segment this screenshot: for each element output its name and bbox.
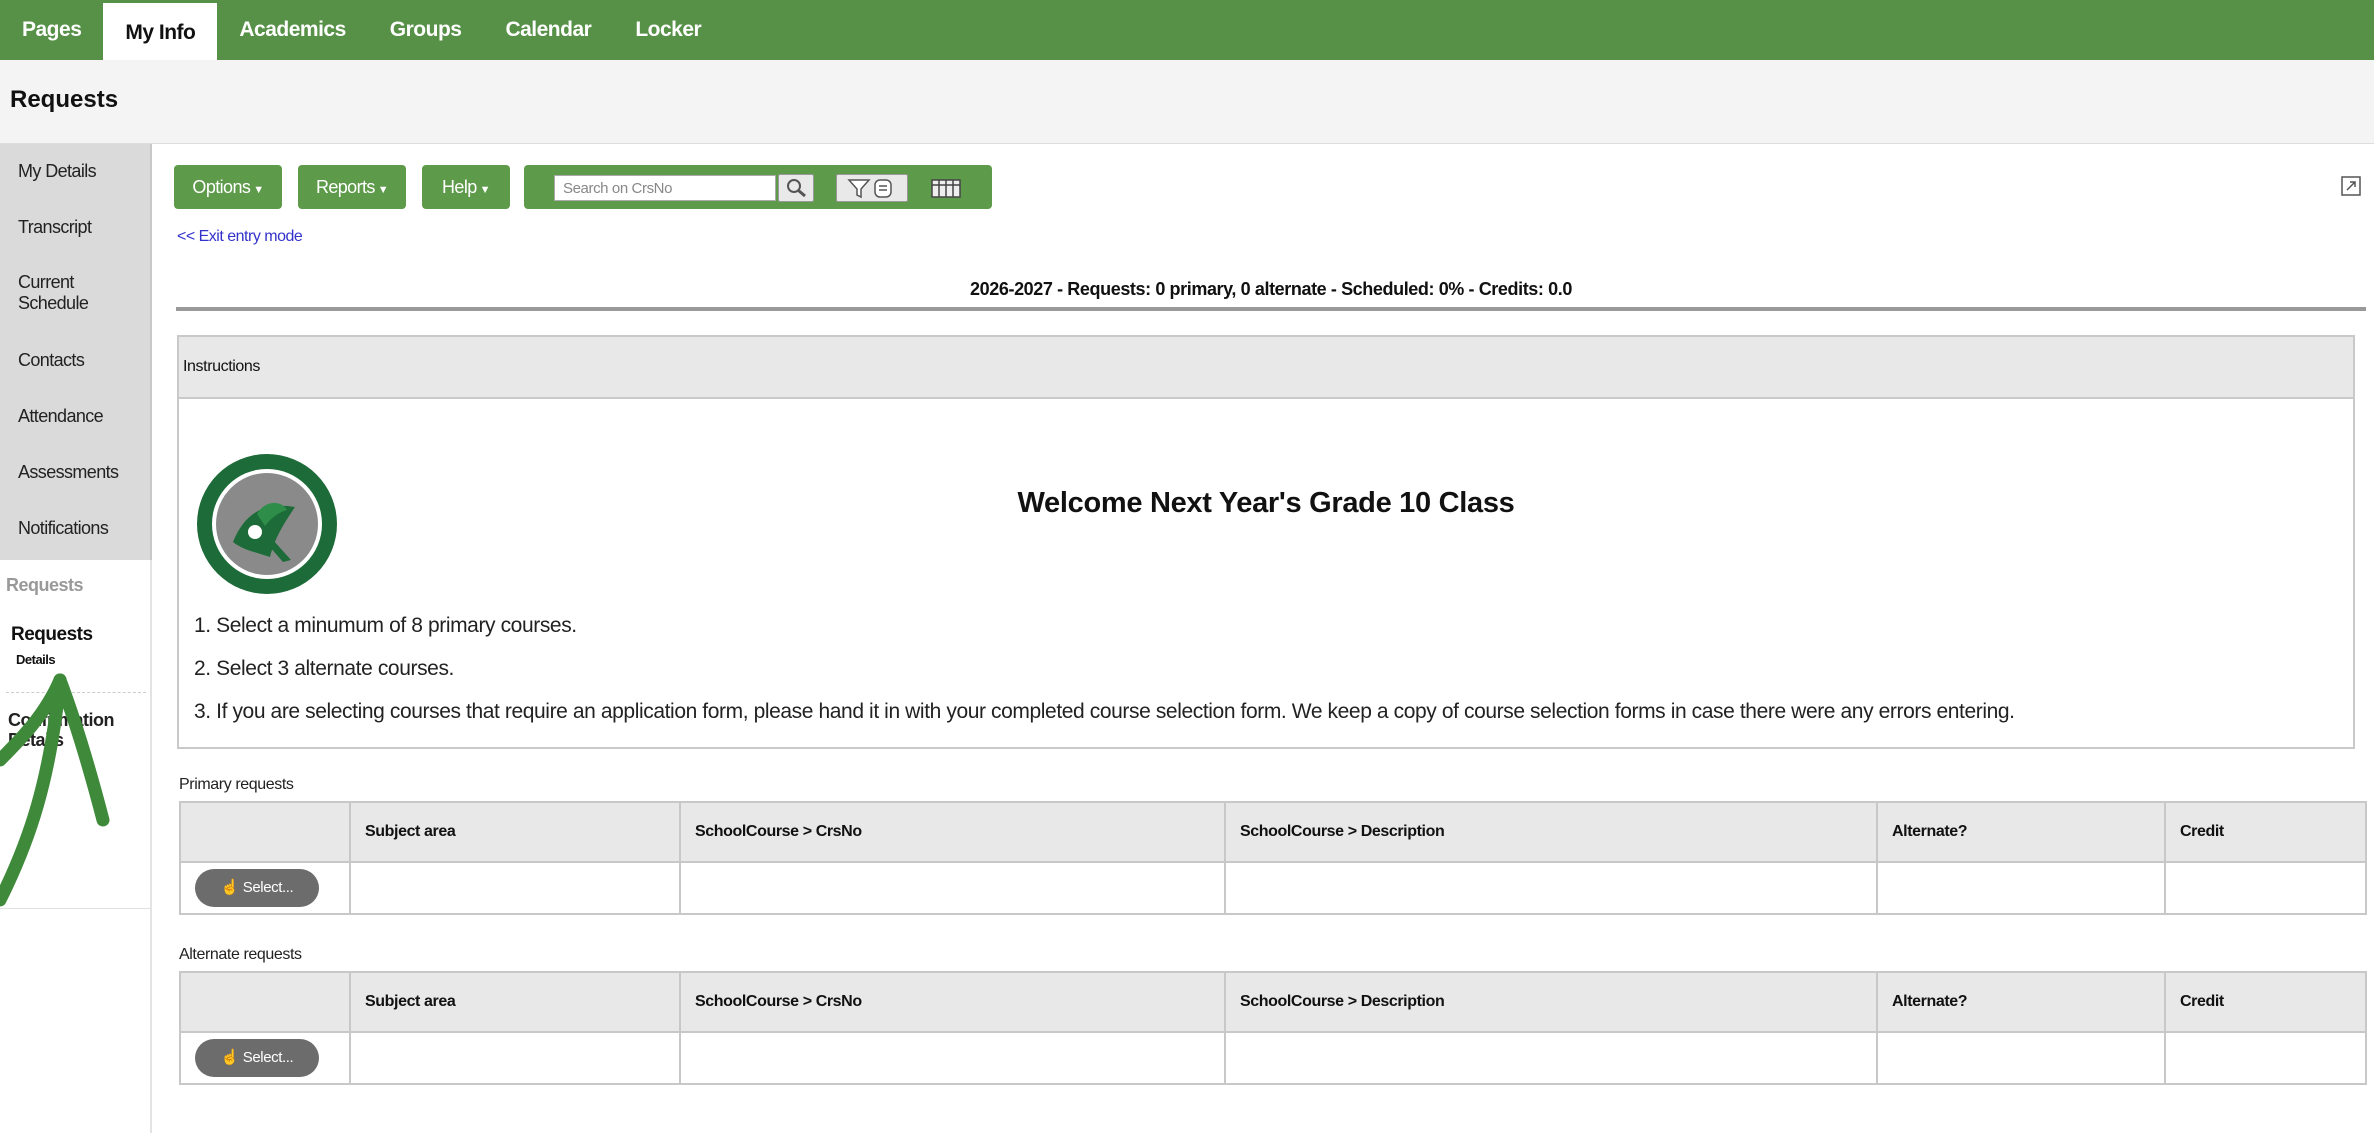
column-header-description[interactable]: SchoolCourse > Description <box>1224 801 1878 863</box>
column-header-crsno[interactable]: SchoolCourse > CrsNo <box>679 801 1226 863</box>
table-row: ☝ Select... <box>179 861 2367 915</box>
table-header-row: Subject area SchoolCourse > CrsNo School… <box>179 971 2367 1033</box>
column-header-subject-area[interactable]: Subject area <box>349 971 681 1033</box>
search-button[interactable] <box>778 174 814 202</box>
filter-icon <box>847 179 892 199</box>
table-cell <box>2164 861 2367 915</box>
tab-pages[interactable]: Pages <box>0 0 103 60</box>
caret-down-icon: ▼ <box>253 184 264 196</box>
annotation-arrow-icon <box>0 673 110 907</box>
primary-requests-table: Subject area SchoolCourse > CrsNo School… <box>179 801 2367 915</box>
alternate-select-button[interactable]: ☝ Select... <box>195 1039 319 1077</box>
instruction-step-3: 3. If you are selecting courses that req… <box>194 700 2015 723</box>
instructions-panel: Instructions Welcome Next Year's Grade 1… <box>177 335 2355 749</box>
filter-button[interactable] <box>836 174 908 202</box>
welcome-heading: Welcome Next Year's Grade 10 Class <box>1017 487 1515 519</box>
summary-divider <box>176 307 2366 311</box>
alternate-requests-label: Alternate requests <box>179 946 302 963</box>
table-cell: ☝ Select... <box>179 861 351 915</box>
column-header <box>179 801 351 863</box>
primary-requests-label: Primary requests <box>179 776 294 793</box>
requests-summary: 2026-2027 - Requests: 0 primary, 0 alter… <box>970 279 1572 299</box>
instruction-step-1: 1. Select a minumum of 8 primary courses… <box>194 614 577 637</box>
help-label: Help <box>442 177 477 197</box>
sidebar-section-label: Requests <box>6 575 84 595</box>
options-label: Options <box>192 177 251 197</box>
sidebar-item-requests[interactable]: Requests <box>11 624 93 646</box>
column-header-subject-area[interactable]: Subject area <box>349 801 681 863</box>
instruction-step-2: 2. Select 3 alternate courses. <box>194 657 454 680</box>
caret-down-icon: ▼ <box>377 184 389 196</box>
primary-select-button[interactable]: ☝ Select... <box>195 869 319 907</box>
table-cell <box>349 1031 681 1085</box>
column-header <box>179 971 351 1033</box>
reports-label: Reports <box>315 177 375 197</box>
table-cell <box>679 861 1226 915</box>
table-cell <box>349 861 681 915</box>
reports-button[interactable]: Reports ▼ <box>298 165 406 209</box>
hand-pointer-icon: ☝ <box>220 1049 240 1066</box>
sidebar-item-transcript[interactable]: Transcript <box>18 217 92 238</box>
table-cell <box>1224 861 1878 915</box>
tab-calendar[interactable]: Calendar <box>483 0 613 60</box>
tab-my-info[interactable]: My Info <box>103 0 218 60</box>
sidebar-item-attendance[interactable]: Attendance <box>18 406 104 427</box>
columns-button[interactable] <box>928 174 964 202</box>
page-title: Requests <box>10 86 119 113</box>
sidebar-item-notifications[interactable]: Notifications <box>18 518 109 539</box>
sidebar-item-assessments[interactable]: Assessments <box>18 462 119 483</box>
column-header-crsno[interactable]: SchoolCourse > CrsNo <box>679 971 1226 1033</box>
table-cell <box>2164 1031 2367 1085</box>
select-label: Select... <box>242 879 294 896</box>
table-cell <box>679 1031 1226 1085</box>
sidebar-item-contacts[interactable]: Contacts <box>18 350 85 371</box>
exit-entry-mode-link[interactable]: << Exit entry mode <box>177 228 303 246</box>
alternate-requests-table: Subject area SchoolCourse > CrsNo School… <box>179 971 2367 1085</box>
title-bar: Requests <box>0 60 2374 144</box>
sidebar-item-my-details[interactable]: My Details <box>18 161 97 182</box>
column-header-alternate[interactable]: Alternate? <box>1876 971 2166 1033</box>
search-input[interactable] <box>554 175 776 201</box>
column-header-description[interactable]: SchoolCourse > Description <box>1224 971 1878 1033</box>
select-label: Select... <box>242 1049 294 1066</box>
sidebar-menu: My Details Transcript Current Schedule C… <box>0 144 152 560</box>
table-row: ☝ Select... <box>179 1031 2367 1085</box>
search-icon <box>787 179 806 198</box>
school-logo-icon <box>197 454 337 594</box>
tab-groups[interactable]: Groups <box>368 0 484 60</box>
instructions-header: Instructions <box>179 337 2353 399</box>
tab-locker[interactable]: Locker <box>613 0 723 60</box>
expand-icon[interactable] <box>2340 175 2362 197</box>
caret-down-icon: ▼ <box>479 184 491 196</box>
sidebar: My Details Transcript Current Schedule C… <box>0 144 152 1133</box>
table-cell <box>1876 861 2166 915</box>
search-toolbar-group <box>524 165 992 209</box>
sidebar-item-current-schedule[interactable]: Current Schedule <box>18 272 108 314</box>
table-cell <box>1224 1031 1878 1085</box>
table-cell: ☝ Select... <box>179 1031 351 1085</box>
top-nav: Pages My Info Academics Groups Calendar … <box>0 0 2374 60</box>
column-header-credit[interactable]: Credit <box>2164 971 2367 1033</box>
help-button[interactable]: Help ▼ <box>422 165 510 209</box>
table-header-row: Subject area SchoolCourse > CrsNo School… <box>179 801 2367 863</box>
hand-pointer-icon: ☝ <box>220 879 240 896</box>
tab-academics[interactable]: Academics <box>217 0 367 60</box>
options-button[interactable]: Options ▼ <box>174 165 282 209</box>
column-header-alternate[interactable]: Alternate? <box>1876 801 2166 863</box>
column-header-credit[interactable]: Credit <box>2164 801 2367 863</box>
grid-columns-icon <box>931 179 961 198</box>
table-cell <box>1876 1031 2166 1085</box>
